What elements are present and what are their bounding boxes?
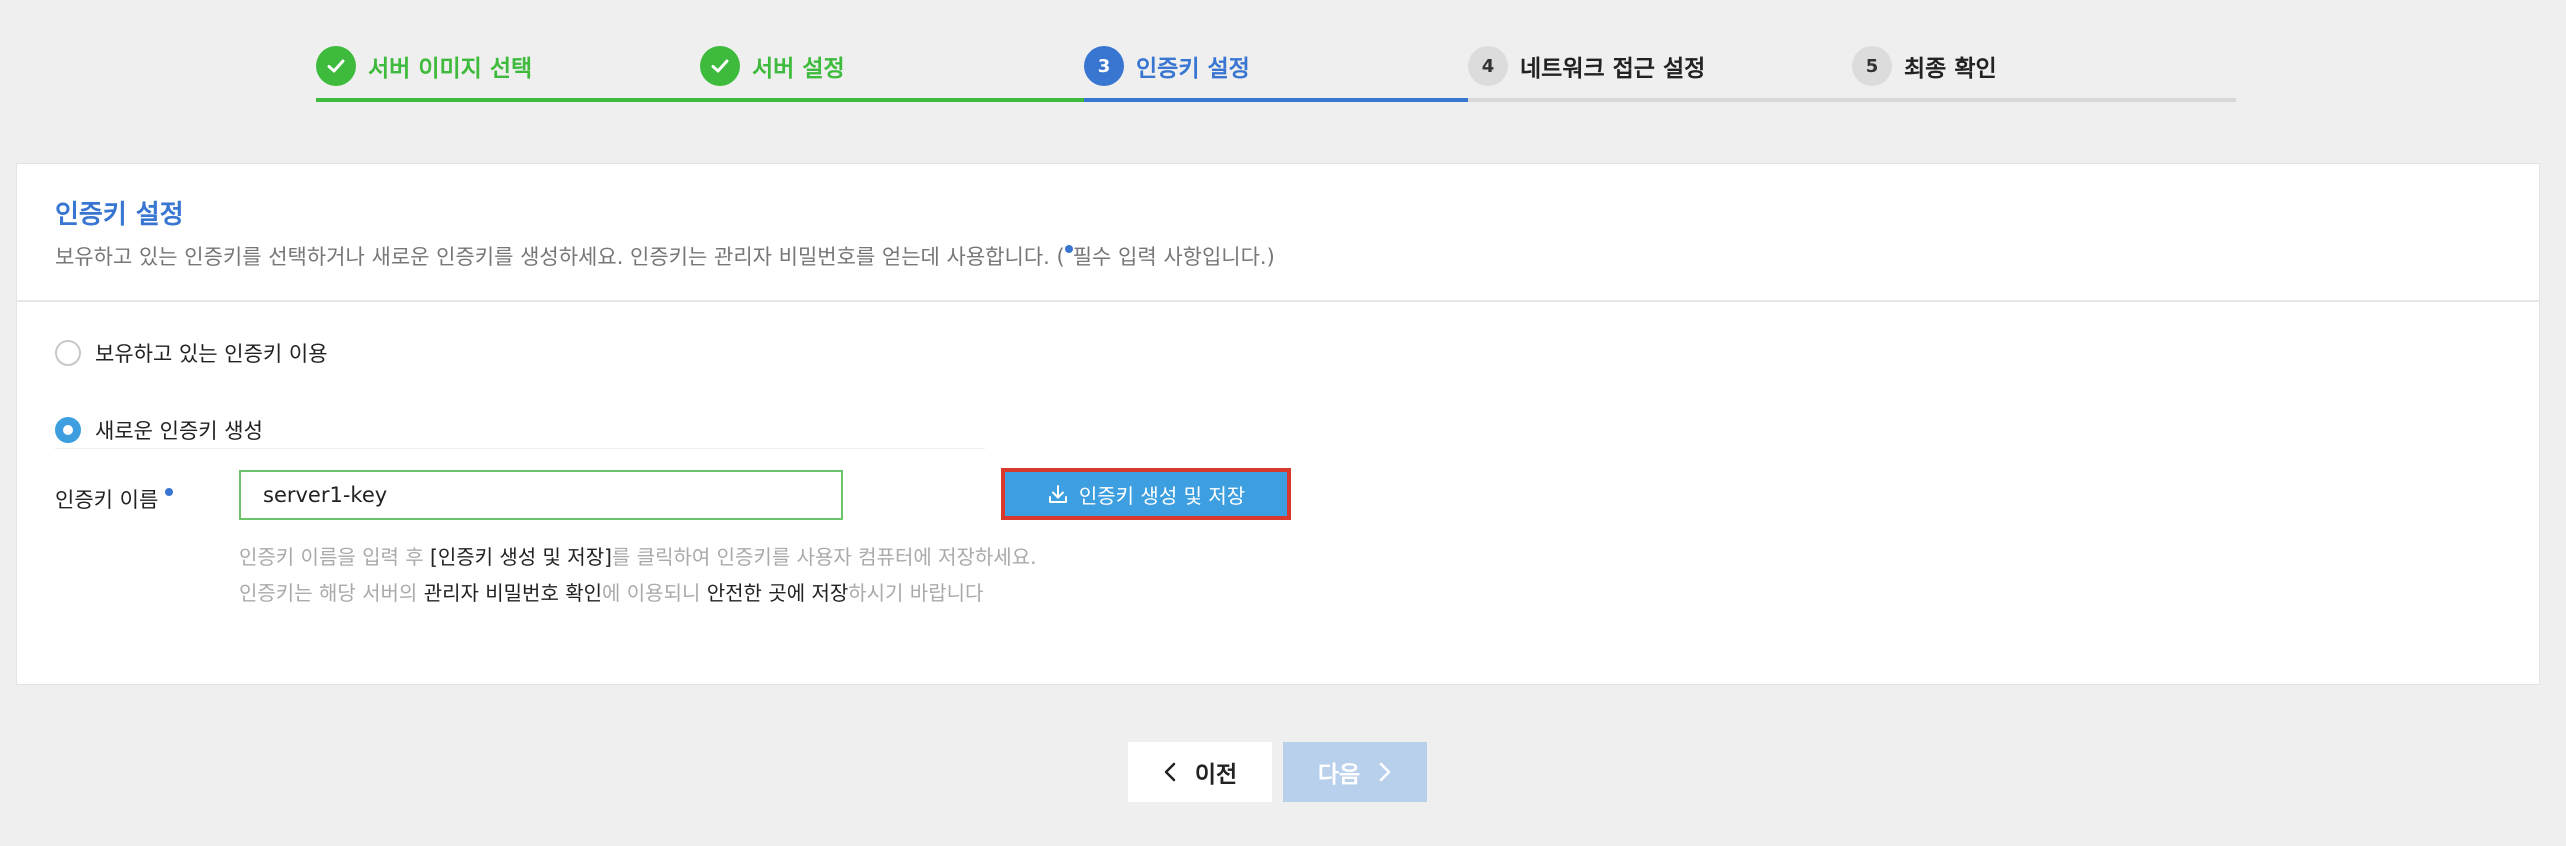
hint-line-2: 인증키는 해당 서버의 관리자 비밀번호 확인에 이용되니 안전한 곳에 저장하… — [239, 577, 983, 606]
download-icon — [1047, 483, 1069, 505]
step-number: 3 — [1084, 46, 1124, 86]
step-number: 5 — [1852, 46, 1892, 86]
hint-line-1: 인증키 이름을 입력 후 [인증키 생성 및 저장]를 클릭하여 인증키를 사용… — [239, 541, 1036, 570]
required-dot-icon — [1064, 245, 1073, 253]
step-auth-key: 3 인증키 설정 — [1084, 36, 1468, 104]
chevron-left-icon — [1163, 761, 1177, 783]
generate-save-key-button[interactable]: 인증키 생성 및 저장 — [1001, 468, 1291, 520]
hint-text: 에 이용되니 — [602, 581, 707, 605]
step-number: 4 — [1468, 46, 1508, 86]
progress-stepper: 서버 이미지 선택 서버 설정 3 인증키 설정 4 네트워크 접근 설정 5 … — [316, 36, 2238, 106]
step-server-settings: 서버 설정 — [700, 36, 1084, 104]
generate-button-label: 인증키 생성 및 저장 — [1078, 483, 1246, 508]
check-icon — [700, 46, 740, 86]
panel-header: 인증키 설정 보유하고 있는 인증키를 선택하거나 새로운 인증키를 생성하세요… — [17, 164, 2539, 302]
key-name-label-text: 인증키 이름 — [55, 488, 159, 512]
step-progress-bar — [316, 98, 700, 102]
hint-emphasis: 안전한 곳에 저장 — [706, 581, 849, 605]
step-label: 서버 이미지 선택 — [368, 56, 533, 82]
required-dot-icon — [164, 488, 173, 496]
auth-key-panel: 인증키 설정 보유하고 있는 인증키를 선택하거나 새로운 인증키를 생성하세요… — [16, 163, 2540, 685]
key-name-input[interactable] — [239, 470, 843, 520]
step-progress-bar — [1852, 98, 2236, 102]
step-progress-bar — [1084, 98, 1468, 102]
radio-label-existing: 보유하고 있는 인증키 이용 — [95, 342, 328, 366]
hint-text: 인증키 이름을 입력 후 — [239, 545, 431, 569]
prev-button[interactable]: 이전 — [1128, 742, 1272, 802]
key-name-label: 인증키 이름 — [55, 484, 173, 514]
step-label: 네트워크 접근 설정 — [1520, 56, 1706, 82]
divider — [55, 448, 985, 449]
radio-label-new: 새로운 인증키 생성 — [95, 419, 263, 443]
step-server-image: 서버 이미지 선택 — [316, 36, 700, 104]
hint-text: 를 클릭하여 인증키를 사용자 컴퓨터에 저장하세요. — [611, 545, 1037, 569]
panel-description: 보유하고 있는 인증키를 선택하거나 새로운 인증키를 생성하세요. 인증키는 … — [55, 241, 1275, 271]
radio-new-key[interactable] — [55, 417, 81, 443]
required-note: 필수 입력 사항입니다.) — [1072, 245, 1275, 269]
next-button-label: 다음 — [1317, 762, 1361, 788]
prev-button-label: 이전 — [1194, 762, 1238, 788]
panel-title: 인증키 설정 — [55, 200, 184, 230]
next-button[interactable]: 다음 — [1283, 742, 1427, 802]
hint-emphasis: [인증키 생성 및 저장] — [430, 545, 612, 569]
option-new-key[interactable]: 새로운 인증키 생성 — [55, 415, 263, 445]
step-label: 서버 설정 — [752, 56, 845, 82]
chevron-right-icon — [1378, 761, 1392, 783]
step-label: 인증키 설정 — [1136, 56, 1250, 82]
hint-text: 하시기 바랍니다 — [848, 581, 984, 605]
hint-emphasis: 관리자 비밀번호 확인 — [423, 581, 603, 605]
option-existing-key[interactable]: 보유하고 있는 인증키 이용 — [55, 338, 328, 368]
description-text: 보유하고 있는 인증키를 선택하거나 새로운 인증키를 생성하세요. 인증키는 … — [55, 245, 1065, 269]
hint-text: 인증키는 해당 서버의 — [239, 581, 424, 605]
step-progress-bar — [1468, 98, 1852, 102]
step-final-confirm: 5 최종 확인 — [1852, 36, 2236, 104]
radio-existing-key[interactable] — [55, 340, 81, 366]
step-network-access: 4 네트워크 접근 설정 — [1468, 36, 1852, 104]
check-icon — [316, 46, 356, 86]
step-label: 최종 확인 — [1904, 56, 1997, 82]
step-progress-bar — [700, 98, 1084, 102]
